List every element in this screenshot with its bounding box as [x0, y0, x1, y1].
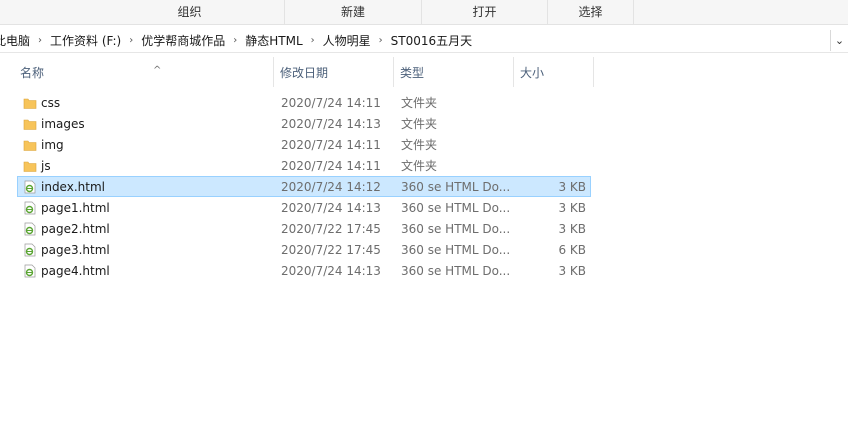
file-size: 3 KB — [558, 201, 586, 215]
ribbon-group-label: 打开 — [472, 5, 497, 19]
column-header-date[interactable]: 修改日期 — [274, 57, 394, 87]
column-header-label: 名称 — [20, 66, 45, 80]
file-modified-date: 2020/7/24 14:11 — [281, 138, 381, 152]
file-type: 360 se HTML Do... — [401, 222, 511, 236]
file-name: page3.html — [41, 243, 110, 257]
breadcrumb-item[interactable]: 此电脑 — [0, 32, 36, 49]
column-header-label: 大小 — [520, 66, 545, 80]
file-modified-date: 2020/7/24 14:12 — [281, 180, 381, 194]
file-size: 3 KB — [558, 264, 586, 278]
file-name: page4.html — [41, 264, 110, 278]
file-row[interactable]: page1.html 2020/7/24 14:13 360 se HTML Do.… — [17, 197, 591, 218]
file-type: 文件夹 — [401, 96, 438, 110]
folder-icon — [23, 159, 37, 173]
folder-row[interactable]: css 2020/7/24 14:11 文件夹 — [17, 92, 591, 113]
file-size: 3 KB — [558, 180, 586, 194]
ribbon: 组织 新建 打开 选择 — [0, 0, 848, 25]
column-header-name[interactable]: 名称 ^ — [14, 57, 274, 87]
file-modified-date: 2020/7/22 17:45 — [281, 243, 381, 257]
file-size: 3 KB — [558, 222, 586, 236]
folder-row[interactable]: images 2020/7/24 14:13 文件夹 — [17, 113, 591, 134]
folder-icon — [23, 138, 37, 152]
sort-ascending-icon: ^ — [153, 65, 162, 76]
file-name: css — [41, 96, 61, 110]
file-type: 360 se HTML Do... — [401, 264, 511, 278]
file-row[interactable]: page2.html 2020/7/22 17:45 360 se HTML Do.… — [17, 218, 591, 239]
ribbon-group-label: 新建 — [340, 5, 365, 19]
address-bar[interactable]: 此电脑 › 工作资料 (F:) › 优学帮商城作品 › 静态HTML › 人物明… — [0, 28, 848, 53]
file-type: 360 se HTML Do... — [401, 243, 511, 257]
file-type: 360 se HTML Do... — [401, 201, 511, 215]
html-file-icon — [23, 222, 37, 236]
file-modified-date: 2020/7/24 14:11 — [281, 96, 381, 110]
column-header-type[interactable]: 类型 — [394, 57, 514, 87]
file-type: 文件夹 — [401, 138, 438, 152]
file-name: img — [41, 138, 64, 152]
html-file-icon — [23, 180, 37, 194]
folder-row[interactable]: js 2020/7/24 14:11 文件夹 — [17, 155, 591, 176]
file-type: 文件夹 — [401, 117, 438, 131]
file-name: images — [41, 117, 85, 131]
file-name: js — [41, 159, 51, 173]
ribbon-group-label: 选择 — [578, 5, 603, 19]
column-header-label: 类型 — [400, 66, 425, 80]
breadcrumb: 此电脑 › 工作资料 (F:) › 优学帮商城作品 › 静态HTML › 人物明… — [0, 28, 478, 53]
ribbon-group-open[interactable]: 打开 — [422, 0, 548, 25]
column-header-size[interactable]: 大小 — [514, 57, 594, 87]
ribbon-group-select[interactable]: 选择 — [548, 0, 634, 25]
file-modified-date: 2020/7/24 14:13 — [281, 201, 381, 215]
folder-row[interactable]: img 2020/7/24 14:11 文件夹 — [17, 134, 591, 155]
breadcrumb-item[interactable]: 工作资料 (F:) — [44, 32, 127, 49]
column-header-row: 名称 ^ 修改日期 类型 大小 — [0, 57, 848, 87]
folder-icon — [23, 96, 37, 110]
html-file-icon — [23, 243, 37, 257]
file-modified-date: 2020/7/24 14:11 — [281, 159, 381, 173]
breadcrumb-separator-icon[interactable]: › — [231, 35, 239, 46]
file-row[interactable]: page3.html 2020/7/22 17:45 360 se HTML Do.… — [17, 239, 591, 260]
folder-icon — [23, 117, 37, 131]
file-modified-date: 2020/7/24 14:13 — [281, 117, 381, 131]
breadcrumb-item[interactable]: 人物明星 — [317, 32, 377, 49]
html-file-icon — [23, 264, 37, 278]
html-file-icon — [23, 201, 37, 215]
file-size: 6 KB — [558, 243, 586, 257]
address-history-dropdown-icon[interactable]: ⌄ — [830, 30, 848, 51]
file-type: 360 se HTML Do... — [401, 180, 511, 194]
file-modified-date: 2020/7/24 14:13 — [281, 264, 381, 278]
breadcrumb-item[interactable]: 静态HTML — [239, 32, 308, 49]
breadcrumb-separator-icon[interactable]: › — [127, 35, 135, 46]
breadcrumb-item[interactable]: 优学帮商城作品 — [135, 32, 231, 49]
file-row[interactable]: index.html 2020/7/24 14:12 360 se HTML Do.… — [17, 176, 591, 197]
breadcrumb-item[interactable]: ST0016五月天 — [385, 32, 479, 49]
file-name: page1.html — [41, 201, 110, 215]
ribbon-group-new[interactable]: 新建 — [285, 0, 422, 25]
file-name: index.html — [41, 180, 105, 194]
file-row[interactable]: page4.html 2020/7/24 14:13 360 se HTML Do.… — [17, 260, 591, 281]
file-type: 文件夹 — [401, 159, 438, 173]
breadcrumb-separator-icon[interactable]: › — [377, 35, 385, 46]
file-name: page2.html — [41, 222, 110, 236]
breadcrumb-separator-icon[interactable]: › — [309, 35, 317, 46]
ribbon-group-label: 组织 — [177, 5, 202, 19]
file-modified-date: 2020/7/22 17:45 — [281, 222, 381, 236]
breadcrumb-separator-icon[interactable]: › — [36, 35, 44, 46]
column-header-label: 修改日期 — [280, 66, 329, 80]
ribbon-group-organize[interactable]: 组织 — [95, 0, 285, 25]
